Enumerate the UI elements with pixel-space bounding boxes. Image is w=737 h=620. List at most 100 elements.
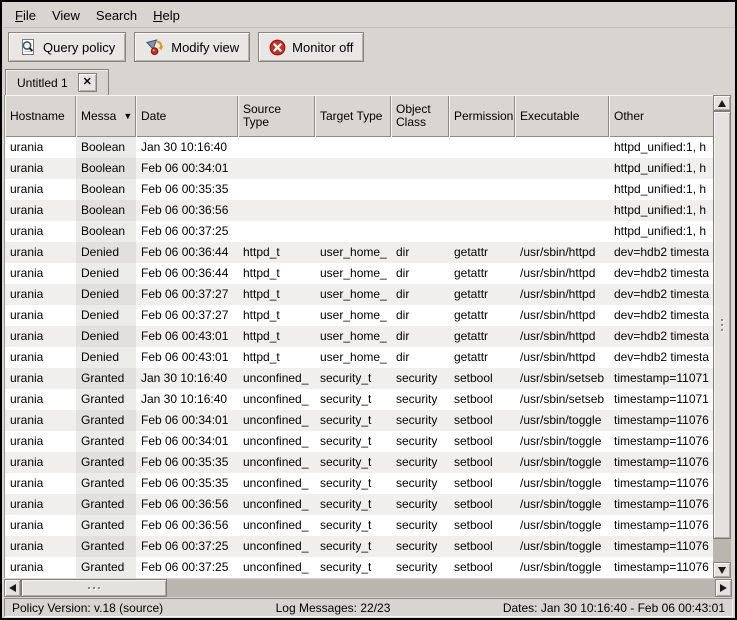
column-header-hostname[interactable]: Hostname <box>5 95 76 137</box>
menu-file[interactable]: File <box>7 4 44 27</box>
modify-view-button[interactable]: Modify view <box>134 32 250 62</box>
table-row[interactable]: uraniaGrantedFeb 06 00:36:56unconfined_s… <box>5 515 713 536</box>
column-header-message[interactable]: Messa▼ <box>76 95 136 137</box>
cell-permission: setbool <box>449 536 515 557</box>
cell-object-class: dir <box>391 326 449 347</box>
cell-executable: /usr/sbin/toggle <box>515 494 609 515</box>
table-row[interactable]: uraniaGrantedFeb 06 00:35:35unconfined_s… <box>5 473 713 494</box>
scroll-left-button[interactable] <box>4 579 21 597</box>
tab-close-button[interactable]: ✕ <box>78 73 97 92</box>
vertical-scrollbar-track[interactable] <box>713 111 731 562</box>
column-header-label: Source Type <box>243 103 310 129</box>
column-header-date[interactable]: Date <box>136 95 238 137</box>
query-policy-button[interactable]: Query policy <box>8 32 126 62</box>
cell-source-type: unconfined_ <box>238 389 315 410</box>
table-row[interactable]: uraniaDeniedFeb 06 00:43:01httpd_tuser_h… <box>5 347 713 368</box>
cell-target-type: security_t <box>315 452 391 473</box>
scroll-right-button[interactable] <box>715 579 732 597</box>
vertical-scrollbar-thumb[interactable] <box>713 111 731 539</box>
table-row[interactable]: uraniaBooleanFeb 06 00:37:25httpd_unifie… <box>5 221 713 242</box>
cell-other: timestamp=11076 <box>609 536 713 557</box>
tab-strip: Untitled 1 ✕ <box>2 66 735 95</box>
cell-date: Feb 06 00:43:01 <box>136 347 238 368</box>
cell-executable: /usr/sbin/setseb <box>515 368 609 389</box>
table-row[interactable]: uraniaGrantedFeb 06 00:36:56unconfined_s… <box>5 494 713 515</box>
cell-object-class: security <box>391 515 449 536</box>
column-header-target-type[interactable]: Target Type <box>315 95 391 137</box>
cell-date: Feb 06 00:37:25 <box>136 221 238 242</box>
cell-message: Granted <box>76 473 136 494</box>
cell-target-type <box>315 137 391 158</box>
cell-target-type: security_t <box>315 557 391 578</box>
menu-search-label: Search <box>96 8 137 23</box>
cell-permission: setbool <box>449 515 515 536</box>
table-row[interactable]: uraniaDeniedFeb 06 00:36:44httpd_tuser_h… <box>5 263 713 284</box>
table-row[interactable]: uraniaDeniedFeb 06 00:37:27httpd_tuser_h… <box>5 305 713 326</box>
column-header-other[interactable]: Other <box>609 95 713 137</box>
cell-executable: /usr/sbin/setseb <box>515 389 609 410</box>
menu-search[interactable]: Search <box>88 4 145 27</box>
column-header-source-type[interactable]: Source Type <box>238 95 315 137</box>
cell-message: Boolean <box>76 158 136 179</box>
cell-message: Granted <box>76 368 136 389</box>
table-row[interactable]: uraniaBooleanFeb 06 00:34:01httpd_unifie… <box>5 158 713 179</box>
column-header-label: Other <box>614 110 644 123</box>
cell-source-type: httpd_t <box>238 347 315 368</box>
scroll-up-button[interactable] <box>713 95 731 111</box>
monitor-off-button[interactable]: Monitor off <box>258 32 364 62</box>
column-header-permission[interactable]: Permission <box>449 95 515 137</box>
cell-date: Feb 06 00:35:35 <box>136 179 238 200</box>
table-row[interactable]: uraniaDeniedFeb 06 00:36:44httpd_tuser_h… <box>5 242 713 263</box>
table-header-row: HostnameMessa▼DateSource TypeTarget Type… <box>5 95 713 137</box>
cell-date: Feb 06 00:34:01 <box>136 410 238 431</box>
tab-label: Untitled 1 <box>17 76 68 90</box>
cell-permission: setbool <box>449 431 515 452</box>
table-row[interactable]: uraniaGrantedFeb 06 00:34:01unconfined_s… <box>5 410 713 431</box>
table-row[interactable]: uraniaDeniedFeb 06 00:37:27httpd_tuser_h… <box>5 284 713 305</box>
table-row[interactable]: uraniaBooleanFeb 06 00:36:56httpd_unifie… <box>5 200 713 221</box>
arrow-right-icon <box>720 584 727 592</box>
log-table: HostnameMessa▼DateSource TypeTarget Type… <box>4 95 713 578</box>
cell-date: Feb 06 00:37:25 <box>136 557 238 578</box>
cell-source-type: unconfined_ <box>238 473 315 494</box>
menu-view[interactable]: View <box>44 4 88 27</box>
table-row[interactable]: uraniaGrantedFeb 06 00:37:25unconfined_s… <box>5 536 713 557</box>
cell-executable <box>515 179 609 200</box>
cell-executable <box>515 221 609 242</box>
cell-object-class: security <box>391 452 449 473</box>
cell-hostname: urania <box>5 326 76 347</box>
tab-untitled-1[interactable]: Untitled 1 ✕ <box>5 69 109 95</box>
cell-date: Feb 06 00:36:56 <box>136 515 238 536</box>
table-row[interactable]: uraniaGrantedJan 30 10:16:40unconfined_s… <box>5 368 713 389</box>
horizontal-scrollbar-track[interactable] <box>21 579 715 597</box>
cell-source-type: unconfined_ <box>238 368 315 389</box>
cell-executable: /usr/sbin/toggle <box>515 515 609 536</box>
cell-executable: /usr/sbin/toggle <box>515 536 609 557</box>
cell-permission: getattr <box>449 284 515 305</box>
table-row[interactable]: uraniaGrantedFeb 06 00:37:25unconfined_s… <box>5 557 713 578</box>
table-row[interactable]: uraniaBooleanFeb 06 00:35:35httpd_unifie… <box>5 179 713 200</box>
cell-permission: getattr <box>449 242 515 263</box>
cell-object-class: dir <box>391 347 449 368</box>
cell-object-class: dir <box>391 263 449 284</box>
cell-target-type <box>315 221 391 242</box>
table-area: HostnameMessa▼DateSource TypeTarget Type… <box>4 95 732 578</box>
cell-source-type: httpd_t <box>238 263 315 284</box>
table-row[interactable]: uraniaDeniedFeb 06 00:43:01httpd_tuser_h… <box>5 326 713 347</box>
table-row[interactable]: uraniaBooleanJan 30 10:16:40httpd_unifie… <box>5 137 713 158</box>
cell-object-class <box>391 179 449 200</box>
menu-help[interactable]: Help <box>145 4 188 27</box>
cell-permission <box>449 221 515 242</box>
cell-permission: setbool <box>449 494 515 515</box>
table-row[interactable]: uraniaGrantedJan 30 10:16:40unconfined_s… <box>5 389 713 410</box>
table-row[interactable]: uraniaGrantedFeb 06 00:34:01unconfined_s… <box>5 431 713 452</box>
cell-target-type: security_t <box>315 389 391 410</box>
cell-executable: /usr/sbin/httpd <box>515 347 609 368</box>
column-header-executable[interactable]: Executable <box>515 95 609 137</box>
cell-hostname: urania <box>5 515 76 536</box>
column-header-object-class[interactable]: Object Class <box>391 95 449 137</box>
cell-target-type: security_t <box>315 410 391 431</box>
scroll-down-button[interactable] <box>713 562 731 578</box>
horizontal-scrollbar-thumb[interactable] <box>21 579 167 597</box>
table-row[interactable]: uraniaGrantedFeb 06 00:35:35unconfined_s… <box>5 452 713 473</box>
